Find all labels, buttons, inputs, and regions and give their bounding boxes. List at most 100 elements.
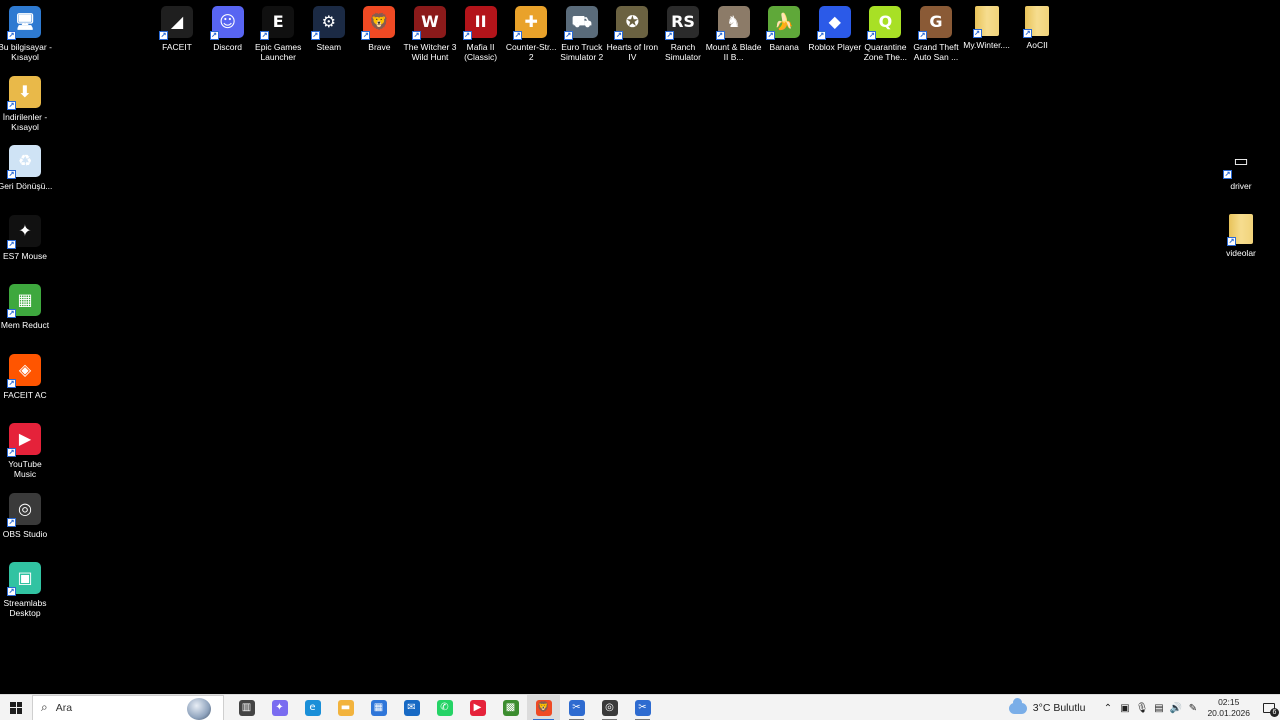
desktop-icon-label: Bu bilgisayar - Kısayol <box>0 42 52 62</box>
icon-glyph: ♞ <box>726 12 741 31</box>
show-hidden-icons-chevron-icon[interactable]: ⌃ <box>1099 695 1116 720</box>
taskbar-minecraft-button[interactable]: ▩ <box>494 695 527 720</box>
clock[interactable]: 02:15 20.01.2026 <box>1207 697 1250 719</box>
desktop-icon-roblox[interactable]: ◆ ↗ Roblox Player <box>808 6 861 52</box>
desktop-icon-folder[interactable]: ↗ AoCII <box>1012 6 1062 50</box>
shortcut-arrow-icon: ↗ <box>7 170 16 179</box>
notification-center-button[interactable]: 6 <box>1258 695 1280 720</box>
taskbar-pinned-apps: ▥ ✦ e ▬ ▦ ✉ ✆ ▶ ▩ 🦁 ✂ ◎ ✂ <box>230 694 659 720</box>
desktop: 🖥 ↗ Bu bilgisayar - Kısayol ⬇ ↗ İndirilenler … <box>0 0 1280 694</box>
desktop-icon-recycle-bin[interactable]: ♻ ↗ Geri Dönüşü... <box>0 145 52 191</box>
search-box[interactable]: ⌕ Ara <box>32 694 224 720</box>
taskbar-brave-button[interactable]: 🦁 <box>527 694 560 720</box>
icon-glyph: ✪ <box>625 12 640 31</box>
taskbar-youtube-music-button[interactable]: ▶ <box>461 695 494 720</box>
cs2-icon: ✚ ↗ <box>513 6 548 40</box>
desktop-icon-mafia[interactable]: II ↗ Mafia II (Classic) <box>456 6 506 62</box>
faceit-ac-icon: ◈ ↗ <box>7 353 41 388</box>
taskbar-obs-recording-button[interactable]: ◎ <box>593 695 626 720</box>
start-button[interactable] <box>0 695 32 720</box>
desktop-icon-faceit-ac[interactable]: ◈ ↗ FACEIT AC <box>0 353 50 400</box>
shortcut-arrow-icon: ↗ <box>7 100 16 110</box>
taskbar-snipping-tool-button[interactable]: ✂ <box>560 695 593 720</box>
desktop-icon-memory[interactable]: ▦ ↗ Mem Reduct <box>0 284 50 330</box>
youtube-music-icon: ▶ ↗ <box>7 423 41 457</box>
desktop-icon-discord[interactable]: ☺ ↗ Discord <box>203 6 253 52</box>
desktop-icon-steam[interactable]: ⚙ ↗ Steam <box>304 6 354 52</box>
desktop-icon-label: Discord <box>213 42 242 52</box>
ets2-icon: ⛟ ↗ <box>563 6 598 40</box>
desktop-icon-streamlabs[interactable]: ▣ ↗ Streamlabs Desktop <box>0 562 50 618</box>
desktop-icon-label: Counter-Str... 2 <box>505 42 557 62</box>
pen-icon[interactable]: ✎ <box>1184 695 1201 720</box>
taskbar: ⌕ Ara ▥ ✦ e ▬ ▦ ✉ ✆ ▶ ▩ 🦁 ✂ ◎ ✂ 3°C Bulutlu ⌃ ▣ 🎙 ▤ … <box>0 694 1280 720</box>
camera-icon[interactable]: ▣ <box>1116 695 1133 720</box>
cloud-icon <box>1008 697 1027 714</box>
taskbar-snipping-tool-2-button[interactable]: ✂ <box>626 695 659 720</box>
minecraft-icon: ▩ <box>502 699 519 716</box>
microphone-icon[interactable]: 🎙 <box>1133 695 1150 720</box>
search-placeholder: Ara <box>55 701 73 714</box>
quarantine-icon: Q ↗ <box>867 6 902 40</box>
desktop-icon-gta-sa[interactable]: G ↗ Grand Theft Auto San ... <box>911 6 961 62</box>
desktop-icon-brave[interactable]: 🦁 ↗ Brave <box>354 6 404 52</box>
shuriken-icon: ✦ ↗ <box>7 214 41 249</box>
shortcut-arrow-icon: ↗ <box>867 31 877 40</box>
desktop-icon-hoi4[interactable]: ✪ ↗ Hearts of Iron IV <box>607 6 658 62</box>
bannerlord-icon: ♞ ↗ <box>715 6 750 40</box>
taskbar-file-explorer-button[interactable]: ▬ <box>329 695 362 720</box>
desktop-icon-computer[interactable]: 🖥 ↗ Bu bilgisayar - Kısayol <box>0 6 52 62</box>
icon-glyph: ⬇ <box>18 81 32 101</box>
icon-glyph: ✚ <box>524 12 538 31</box>
desktop-icon-faceit[interactable]: ◢ ↗ FACEIT <box>152 6 202 52</box>
shortcut-arrow-icon: ↗ <box>816 31 826 40</box>
desktop-icon-cs2[interactable]: ✚ ↗ Counter-Str... 2 <box>506 6 556 62</box>
desktop-icon-folder[interactable]: ↗ My.Winter.... <box>962 6 1012 50</box>
icon-glyph: ☺ <box>219 12 236 31</box>
desktop-icon-witcher[interactable]: W ↗ The Witcher 3 Wild Hunt <box>404 6 456 62</box>
desktop-icon-obs[interactable]: ◎ ↗ OBS Studio <box>0 492 50 539</box>
brave-icon: 🦁 <box>535 699 552 716</box>
desktop-icon-epic-games[interactable]: E ↗ Epic Games Launcher <box>253 6 303 62</box>
obs-icon: ◎ ↗ <box>7 492 41 527</box>
shortcut-arrow-icon: ↗ <box>7 517 16 527</box>
desktop-icon-label: Quarantine Zone The... <box>863 42 908 62</box>
icon-glyph: 🍌 <box>774 12 795 31</box>
icon-glyph: ⚙ <box>321 12 336 31</box>
desktop-icon-ets2[interactable]: ⛟ ↗ Euro Truck Simulator 2 <box>557 6 607 62</box>
taskbar-whatsapp-button[interactable]: ✆ <box>428 695 461 720</box>
snipping-tool-icon: ✂ <box>568 699 585 716</box>
streamlabs-icon: ▣ ↗ <box>7 562 41 596</box>
desktop-icon-label: Steam <box>316 42 342 52</box>
roblox-icon: ◆ ↗ <box>816 6 851 40</box>
desktop-icon-shuriken[interactable]: ✦ ↗ ES7 Mouse <box>0 214 50 261</box>
volume-icon[interactable]: 🔊 <box>1167 695 1184 720</box>
desktop-icon-youtube-music[interactable]: ▶ ↗ YouTube Music <box>0 423 50 479</box>
weather-text: 3°C Bulutlu <box>1032 702 1086 714</box>
taskbar-outlook-button[interactable]: ✉ <box>395 695 428 720</box>
folder-icon: ↗ <box>1023 6 1050 38</box>
desktop-icon-folder[interactable]: ↗ videolar <box>1216 214 1266 258</box>
desktop-icon-ranch[interactable]: RS ↗ Ranch Simulator <box>658 6 708 62</box>
icon-glyph: E <box>272 12 284 31</box>
desktop-icon-label: Brave <box>368 42 391 52</box>
network-icon[interactable]: ▤ <box>1150 695 1167 720</box>
weather-widget[interactable]: 3°C Bulutlu <box>1008 697 1086 714</box>
desktop-icon-label: Mem Reduct <box>0 320 50 330</box>
shortcut-arrow-icon: ↗ <box>7 448 16 457</box>
desktop-icon-downloads-folder[interactable]: ⬇ ↗ İndirilenler - Kısayol <box>0 75 50 132</box>
taskbar-microsoft-store-button[interactable]: ▦ <box>362 695 395 720</box>
desktop-icon-driver[interactable]: ▭ ↗ driver <box>1216 145 1266 191</box>
taskbar-edge-button[interactable]: e <box>296 695 329 720</box>
taskbar-task-view-button[interactable]: ▥ <box>230 695 263 720</box>
desktop-icon-label: OBS Studio <box>2 528 48 539</box>
desktop-icon-bannerlord[interactable]: ♞ ↗ Mount & Blade II B... <box>706 6 761 62</box>
copilot-icon: ✦ <box>271 699 288 716</box>
system-tray: 3°C Bulutlu ⌃ ▣ 🎙 ▤ 🔊 ✎ 02:15 20.01.2026… <box>1008 695 1280 720</box>
shortcut-arrow-icon: ↗ <box>715 31 725 40</box>
desktop-icon-banana[interactable]: 🍌 ↗ Banana <box>759 6 809 52</box>
desktop-icon-quarantine[interactable]: Q ↗ Quarantine Zone The... <box>860 6 910 62</box>
desktop-icon-label: videolar <box>1226 248 1256 258</box>
icon-glyph: ◆ <box>828 12 841 31</box>
taskbar-copilot-button[interactable]: ✦ <box>263 695 296 720</box>
